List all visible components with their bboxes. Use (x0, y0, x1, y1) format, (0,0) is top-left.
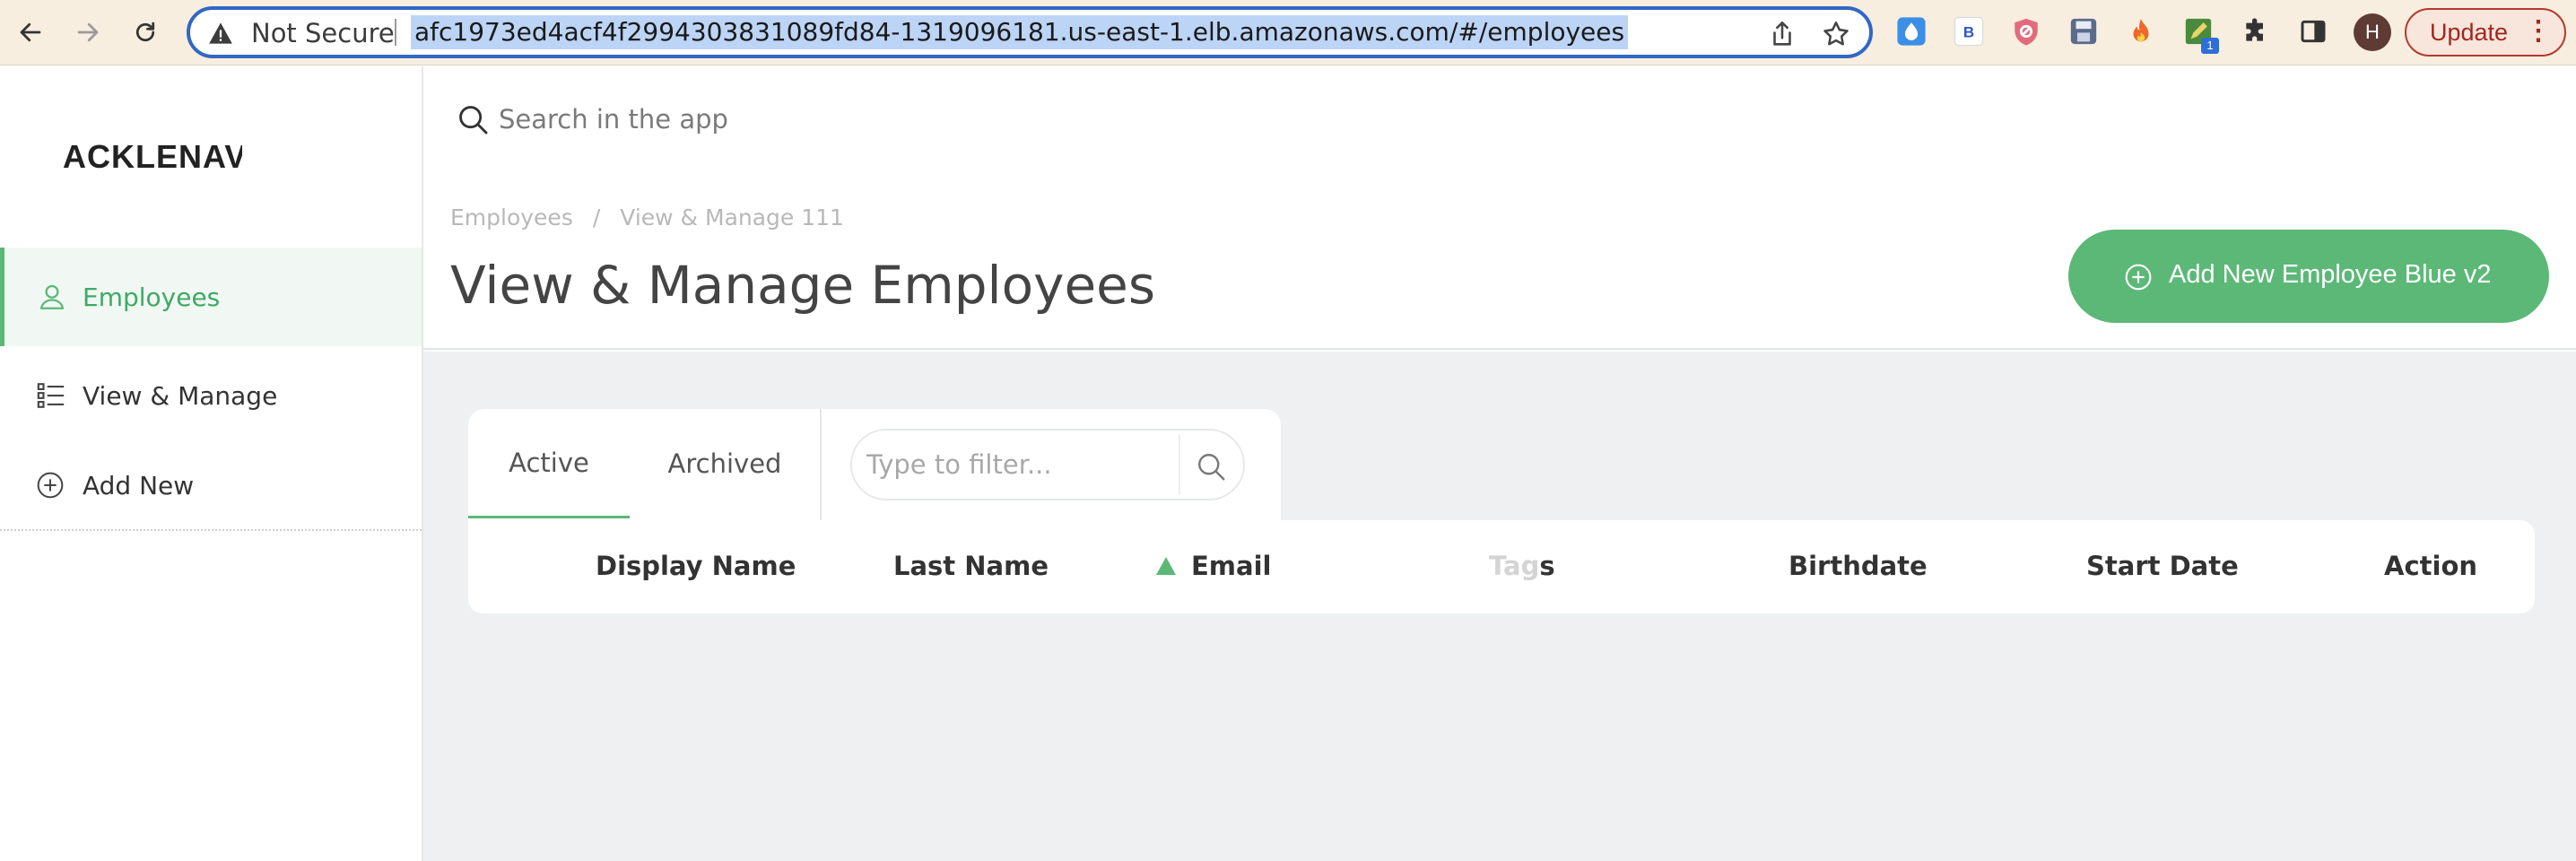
tabs-card: Active Archived (468, 409, 1281, 522)
sidebar-item-add-new[interactable]: Add New (0, 436, 422, 535)
tab-archived[interactable]: Archived (630, 409, 820, 518)
edit-extension-icon[interactable]: 1 (2183, 16, 2219, 54)
reload-icon (135, 22, 155, 42)
address-bar[interactable]: Not Secure afc1973ed4acf4f2994303831089f… (187, 6, 1873, 58)
user-icon (39, 284, 65, 309)
profile-avatar[interactable]: H (2354, 13, 2391, 51)
extension-badge: 1 (2201, 38, 2219, 54)
share-icon[interactable] (1767, 19, 1797, 49)
plus-circle-icon (2125, 264, 2152, 291)
column-header-display-name[interactable]: Display Name (596, 551, 796, 581)
app-search-bar (423, 66, 2576, 188)
search-icon[interactable] (1195, 450, 1227, 483)
sidebar-item-employees[interactable]: Employees (0, 248, 422, 346)
sidebar-item-view-manage[interactable]: View & Manage (0, 346, 422, 445)
sidebar-item-label: Employees (83, 282, 221, 312)
reload-button[interactable] (126, 13, 165, 52)
breadcrumb: Employees / View & Manage 111 (450, 204, 844, 230)
column-header-start-date[interactable]: Start Date (2086, 551, 2239, 581)
shield-extension-icon[interactable] (2011, 16, 2041, 47)
fire-extension-icon[interactable] (2126, 16, 2156, 47)
filter-input[interactable] (866, 447, 1171, 483)
plus-circle-icon (37, 472, 64, 499)
sort-ascending-icon[interactable] (1155, 556, 1177, 576)
tabs-divider (820, 409, 822, 522)
forward-button[interactable] (68, 13, 108, 52)
save-extension-icon[interactable] (2068, 16, 2099, 47)
search-input[interactable] (499, 99, 1216, 140)
column-header-tags[interactable]: Tags (1489, 551, 1555, 581)
column-header-tags-rest: s (1539, 551, 1555, 581)
back-button[interactable] (11, 13, 50, 52)
column-header-email[interactable]: Email (1191, 551, 1271, 581)
star-icon[interactable] (1821, 19, 1851, 49)
page-title: View & Manage Employees (450, 255, 1156, 316)
sidebar-item-label: Add New (83, 470, 195, 500)
breadcrumb-separator: / (592, 204, 601, 230)
more-menu-icon: ⋮ (2525, 16, 2552, 46)
warning-icon (209, 22, 232, 44)
employees-table-header: Display Name Last Name Email Tags Birthd… (468, 520, 2535, 613)
column-header-action: Action (2384, 551, 2478, 581)
sidebar: ACKLENAVENUE Employees View & Manage Add… (0, 66, 423, 861)
b-extension-icon[interactable]: B (1954, 16, 1984, 47)
sidebar-divider (0, 529, 422, 531)
breadcrumb-item-current: View & Manage 111 (620, 204, 844, 230)
column-header-last-name[interactable]: Last Name (893, 551, 1049, 581)
svg-text:B: B (1963, 23, 1974, 40)
search-icon (459, 106, 488, 135)
column-header-tags-faded: Tag (1489, 551, 1540, 581)
url-text[interactable]: afc1973ed4acf4f2994303831089fd84-1319096… (411, 15, 1629, 49)
arrow-left-icon (20, 22, 41, 42)
browser-toolbar: Not Secure afc1973ed4acf4f2994303831089f… (0, 0, 2576, 65)
add-new-employee-button[interactable]: Add New Employee Blue v2 (2068, 230, 2549, 323)
sidebar-item-label: View & Manage (83, 380, 278, 411)
address-divider (395, 19, 396, 46)
app-logo[interactable]: ACKLENAVENUE (63, 138, 242, 176)
add-new-employee-label: Add New Employee Blue v2 (2169, 260, 2492, 289)
update-button[interactable]: Update ⋮ (2405, 8, 2566, 57)
puzzle-extensions-icon[interactable] (2241, 16, 2271, 47)
list-icon (37, 383, 65, 408)
filter-divider (1179, 434, 1180, 495)
sidepanel-icon[interactable] (2298, 16, 2328, 47)
column-header-birthdate[interactable]: Birthdate (1788, 551, 1928, 581)
tab-active[interactable]: Active (468, 409, 630, 518)
breadcrumb-item-employees[interactable]: Employees (450, 204, 573, 230)
arrow-right-icon (77, 22, 99, 42)
security-label[interactable]: Not Secure (251, 18, 395, 48)
droplet-extension-icon[interactable] (1896, 16, 1927, 47)
filter-box (850, 429, 1245, 500)
update-label: Update (2430, 19, 2509, 46)
main-content: Active Archived Display Name Last Name E… (423, 352, 2576, 861)
page-header: Employees / View & Manage 111 View & Manag… (423, 188, 2576, 350)
